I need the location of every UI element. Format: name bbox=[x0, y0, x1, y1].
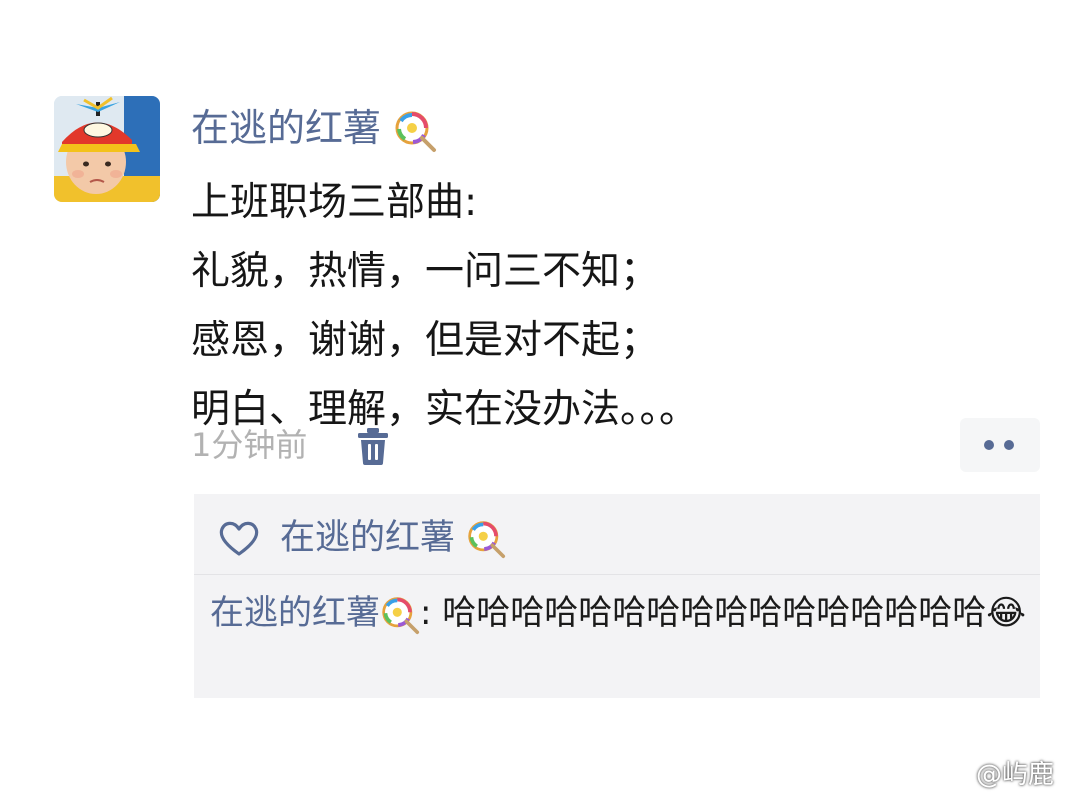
post-line: 感恩，谢谢，但是对不起； bbox=[191, 318, 660, 363]
post-time: 1分钟前 bbox=[191, 426, 308, 464]
more-dot-icon bbox=[1004, 440, 1014, 450]
heart-icon bbox=[218, 519, 260, 557]
more-dot-icon bbox=[984, 440, 994, 450]
lollipop-icon bbox=[380, 595, 420, 635]
post-line: 明白、理解，实在没办法。。。 bbox=[191, 387, 699, 432]
post-author[interactable]: 在逃的红薯 bbox=[191, 103, 437, 153]
comment-text: 哈哈哈哈哈哈哈哈哈哈哈哈哈哈哈哈 bbox=[442, 593, 987, 633]
comment-author[interactable]: 在逃的红薯 bbox=[210, 593, 380, 633]
liker-name-text[interactable]: 在逃的红薯 bbox=[280, 518, 455, 558]
avatar[interactable] bbox=[54, 96, 160, 202]
trash-icon[interactable] bbox=[356, 426, 390, 466]
liker-name[interactable]: 在逃的红薯 bbox=[280, 514, 506, 562]
post-line: 上班职场三部曲: bbox=[191, 180, 478, 225]
comment-separator: : bbox=[420, 593, 443, 633]
lollipop-icon bbox=[393, 109, 437, 153]
interaction-panel: 在逃的红薯 在逃的红薯: 哈哈哈哈哈哈哈哈哈哈哈哈哈哈哈哈😂 bbox=[194, 494, 1040, 698]
panel-divider bbox=[194, 574, 1040, 575]
lollipop-icon bbox=[466, 519, 506, 559]
post-content: 上班职场三部曲: 礼貌，热情，一问三不知； 感恩，谢谢，但是对不起； 明白、理解… bbox=[191, 168, 1051, 444]
post-line: 礼貌，热情，一问三不知； bbox=[191, 249, 660, 294]
watermark: @屿鹿 bbox=[930, 755, 1054, 795]
post-author-name[interactable]: 在逃的红薯 bbox=[191, 106, 381, 150]
weibo-icon bbox=[930, 759, 973, 792]
moment-post: 在逃的红薯 上班职场三部曲: 礼貌，热情，一问三不知； 感恩，谢谢，但是对不起；… bbox=[0, 0, 1080, 800]
comment-item[interactable]: 在逃的红薯 : 哈哈哈哈哈哈哈哈哈哈哈哈哈哈哈哈😂 bbox=[210, 590, 1040, 636]
watermark-text: @屿鹿 bbox=[976, 760, 1055, 790]
laughing-emoji-icon: 😂 bbox=[986, 593, 1026, 633]
more-actions-button[interactable] bbox=[960, 418, 1040, 472]
